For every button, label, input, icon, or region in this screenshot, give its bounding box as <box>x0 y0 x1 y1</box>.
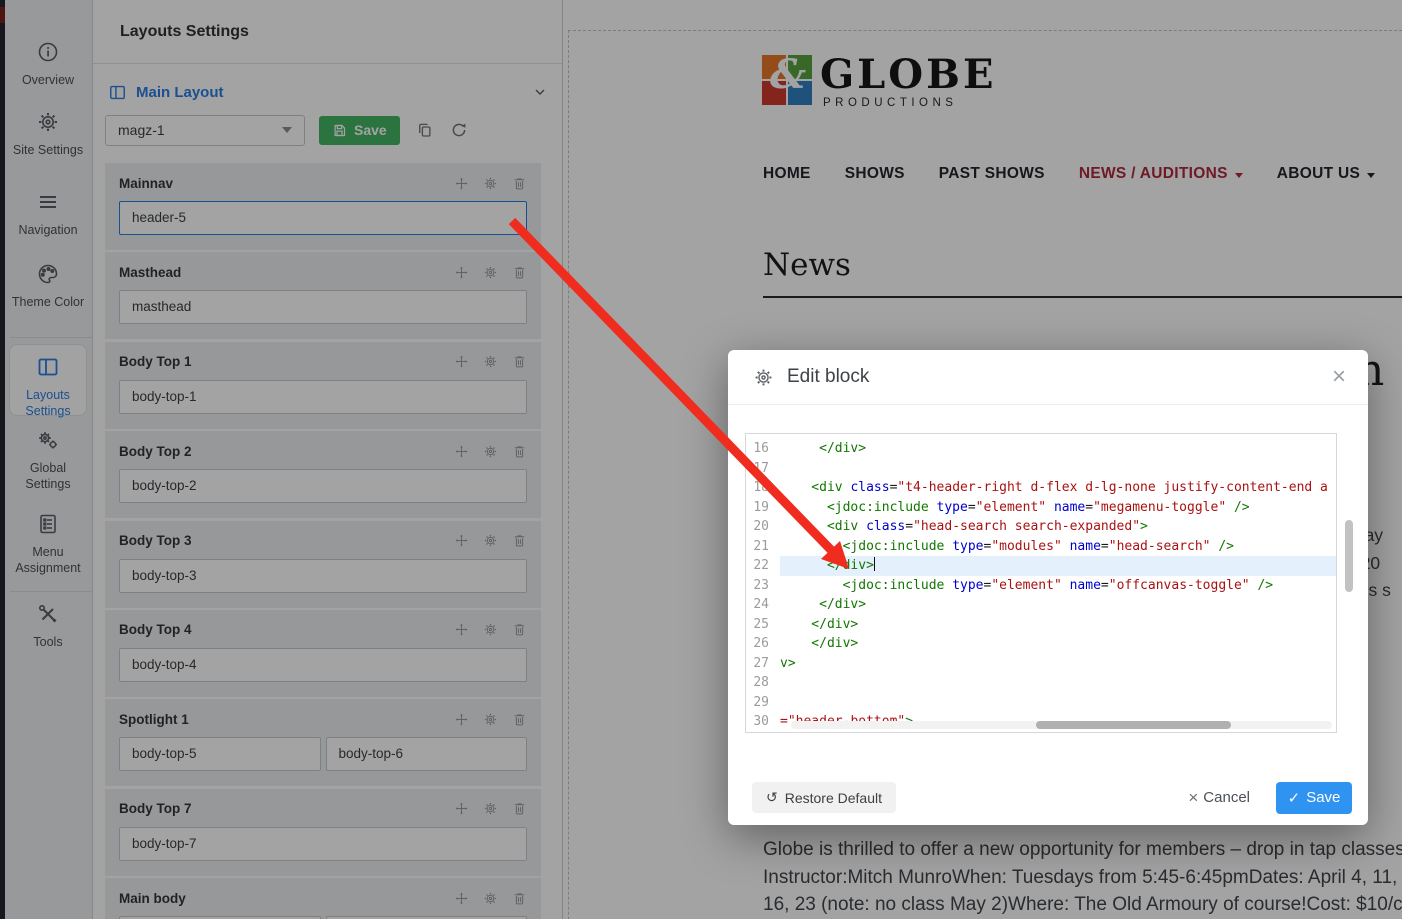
restore-default-button[interactable]: ↺ Restore Default <box>752 782 897 813</box>
line-number: 30 <box>753 714 769 729</box>
editor-hscrollbar <box>791 721 1332 729</box>
code-editor[interactable]: 16 </div> 17 18 <div class="t4-header-right … <box>745 433 1337 733</box>
code-line-25[interactable]: 25 </div> <box>746 615 1336 635</box>
code-lines: 16 </div> 17 18 <div class="t4-header-right … <box>746 439 1336 732</box>
code-line-28[interactable]: 28 <box>746 673 1336 693</box>
code-line-16[interactable]: 16 </div> <box>746 439 1336 459</box>
check-icon: ✓ <box>1287 789 1301 807</box>
line-number: 19 <box>753 499 769 515</box>
app-root: Overview Site Settings Navigation Theme Col… <box>0 0 1402 919</box>
text-cursor <box>873 557 876 571</box>
line-number: 22 <box>753 558 769 573</box>
close-icon[interactable]: × <box>1332 365 1346 389</box>
line-number: 17 <box>753 460 769 476</box>
code-line-20[interactable]: 20 <div class="head-search search-expande… <box>746 517 1336 537</box>
code-line-26[interactable]: 26 </div> <box>746 634 1336 654</box>
line-number: 23 <box>753 577 769 593</box>
line-number: 24 <box>753 597 769 612</box>
code-line-27[interactable]: 27 v> <box>746 654 1336 674</box>
cancel-x-icon: × <box>1188 787 1199 807</box>
line-number: 18 <box>753 480 769 495</box>
code-line-24[interactable]: 24 </div> <box>746 595 1336 615</box>
modal-vscrollbar-thumb[interactable] <box>1345 520 1353 592</box>
code-line-22[interactable]: 22 </div> <box>746 556 1336 576</box>
line-number: 29 <box>753 694 769 710</box>
code-line-18[interactable]: 18 <div class="t4-header-right d-flex d-l… <box>746 478 1336 498</box>
code-line-17[interactable]: 17 <box>746 459 1336 479</box>
restore-icon: ↺ <box>766 789 778 805</box>
modal-save-button[interactable]: ✓ Save <box>1276 781 1352 814</box>
code-line-21[interactable]: 21 <jdoc:include type="modules" name="hea… <box>746 537 1336 557</box>
line-number: 25 <box>753 616 769 632</box>
line-number: 16 <box>753 441 769 456</box>
editor-hscrollbar-thumb[interactable] <box>1036 721 1231 729</box>
cancel-button[interactable]: × Cancel <box>1188 788 1250 808</box>
modal-header: Edit block × <box>728 350 1368 405</box>
line-number: 27 <box>753 655 769 671</box>
code-line-19[interactable]: 19 <jdoc:include type="element" name="meg… <box>746 498 1336 518</box>
gear-icon <box>753 367 774 388</box>
code-line-23[interactable]: 23 <jdoc:include type="element" name="off… <box>746 576 1336 596</box>
edit-block-modal: Edit block × 16 </div> 17 18 <div class="t4-… <box>728 350 1368 825</box>
line-number: 20 <box>753 519 769 534</box>
code-line-29[interactable]: 29 <box>746 693 1336 713</box>
line-number: 26 <box>753 636 769 651</box>
modal-footer: ↺ Restore Default × Cancel ✓ Save <box>728 770 1368 825</box>
line-number: 21 <box>753 538 769 554</box>
line-number: 28 <box>753 675 769 690</box>
modal-title: Edit block <box>787 366 870 387</box>
